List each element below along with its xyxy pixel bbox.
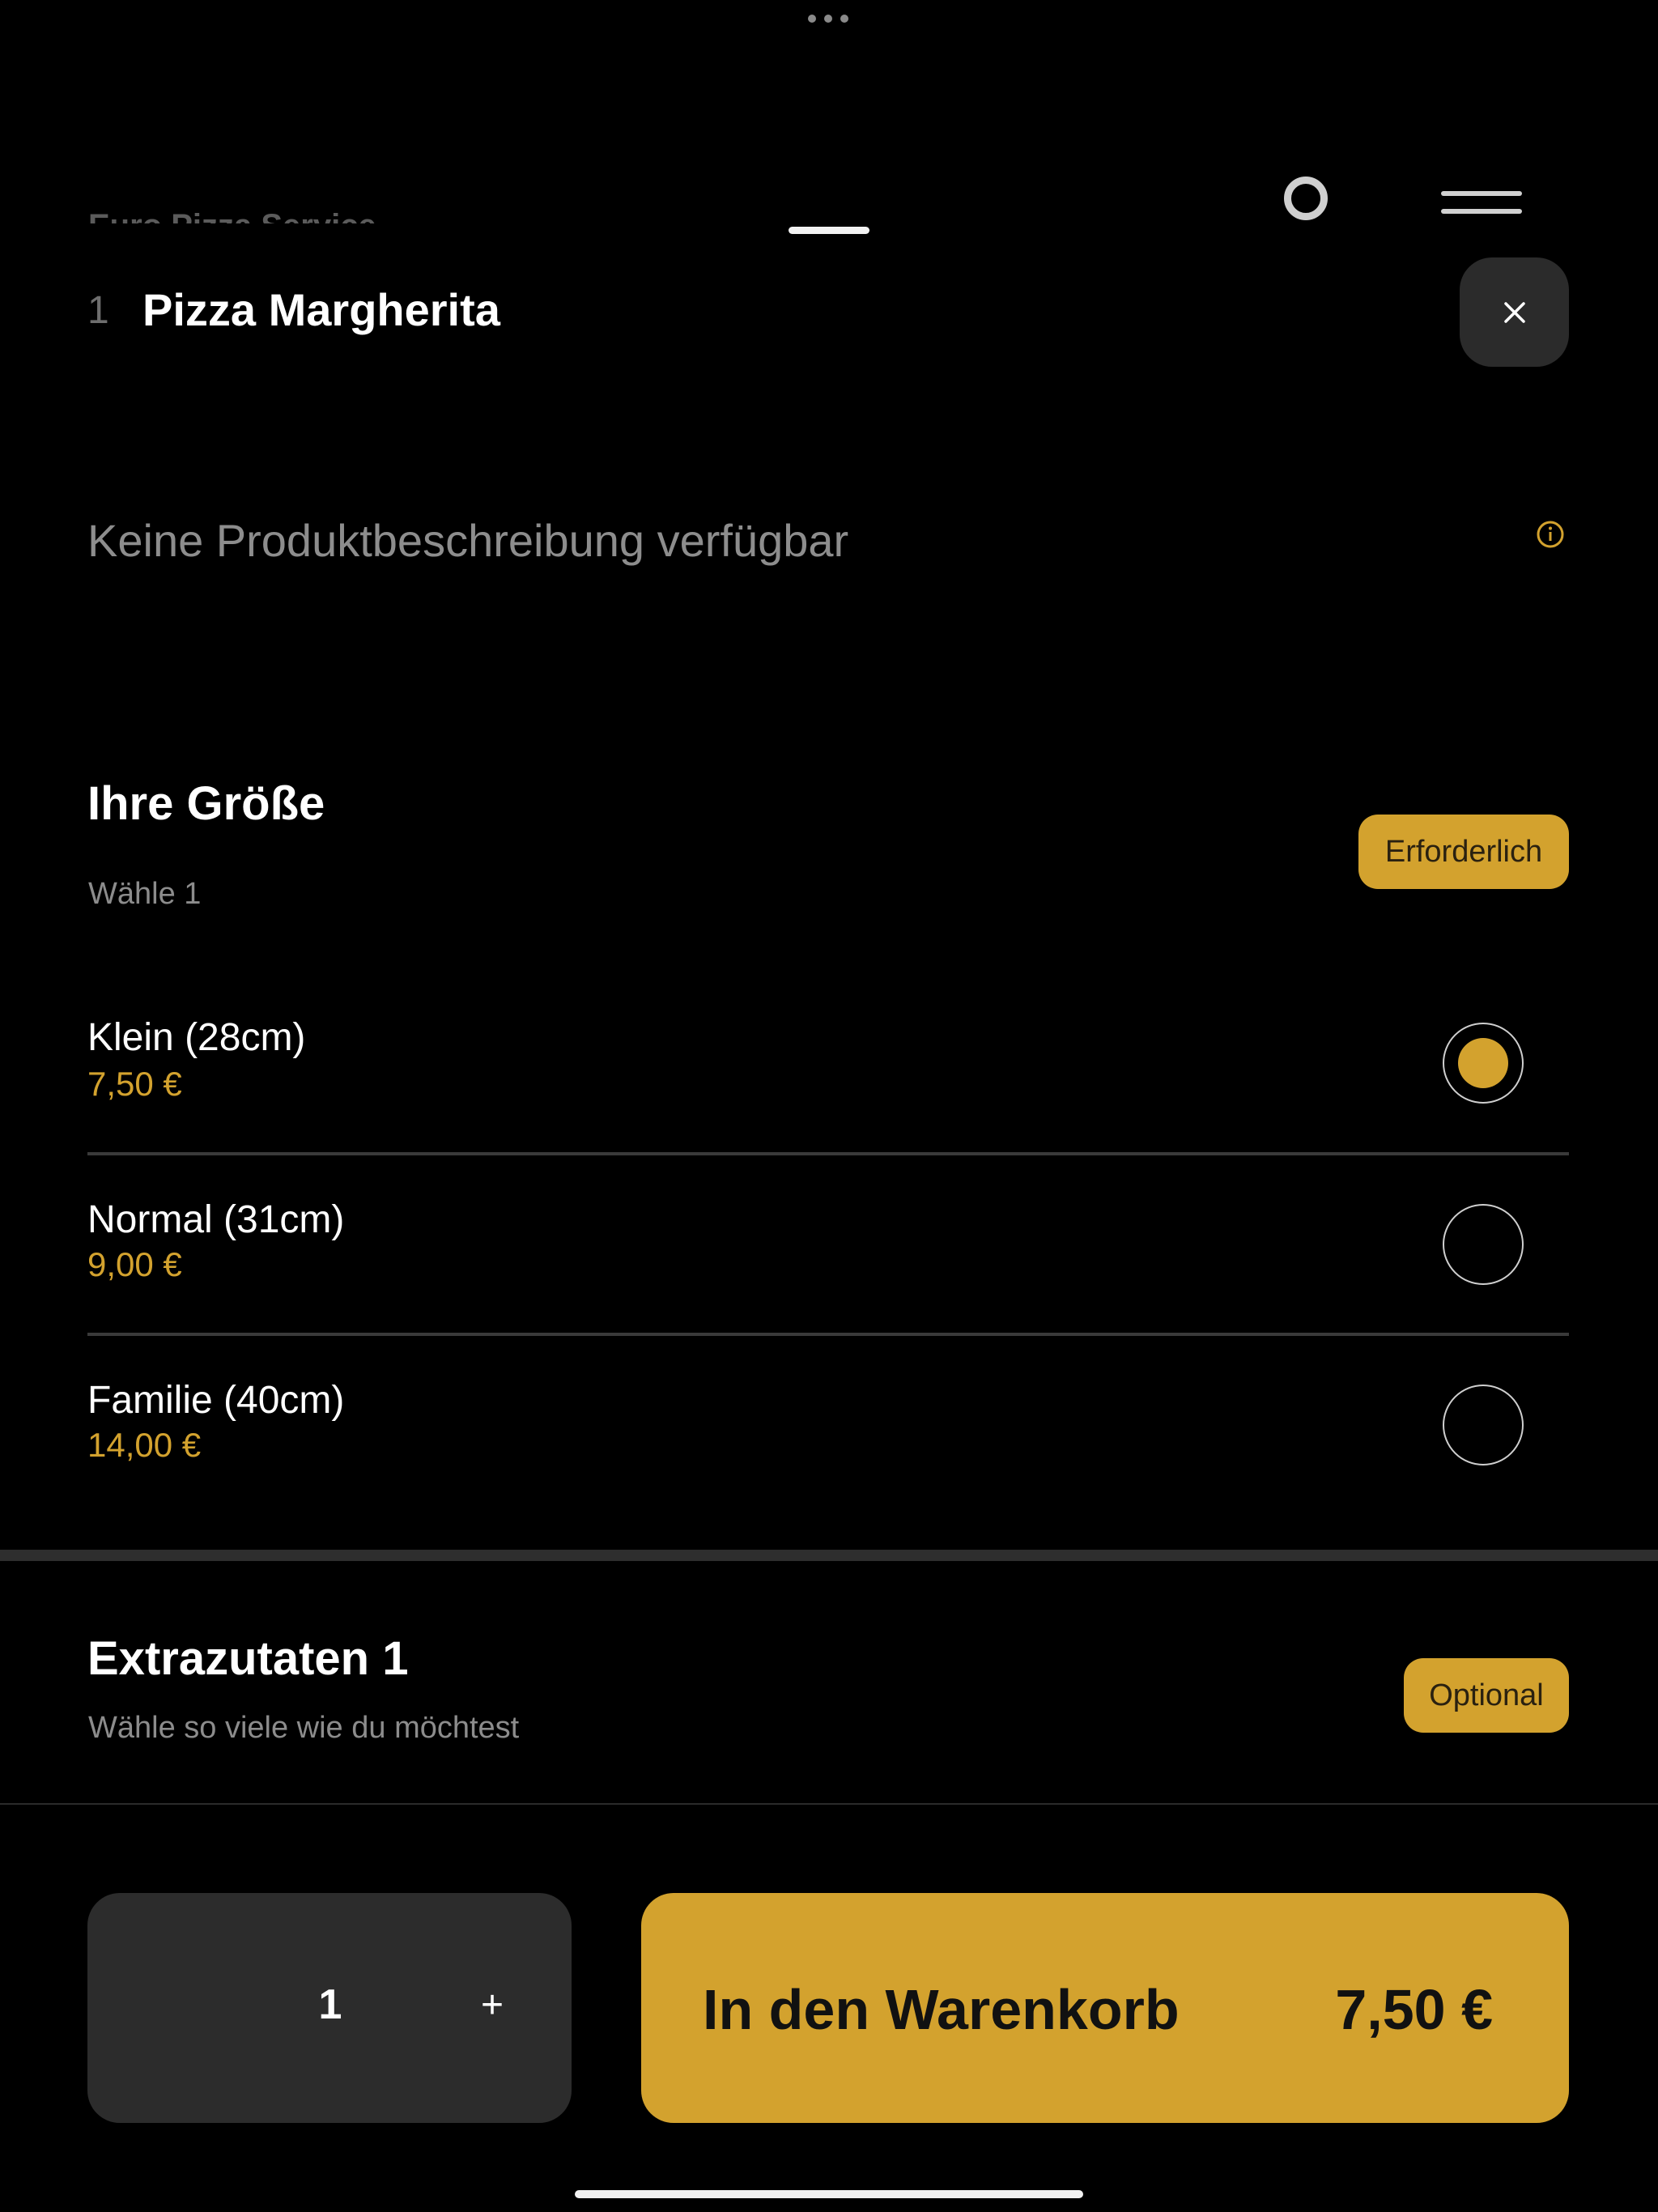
- background-circle-icon: [1284, 177, 1328, 220]
- size-option-normal[interactable]: Normal (31cm) 9,00 €: [87, 1155, 1569, 1335]
- quantity-value: 1: [318, 1981, 342, 2028]
- optional-badge: Optional: [1404, 1658, 1569, 1733]
- extras-section-title: Extrazutaten 1: [87, 1632, 409, 1685]
- dot: [808, 15, 816, 23]
- add-to-cart-button[interactable]: In den Warenkorb 7,50 €: [641, 1893, 1569, 2123]
- option-label: Klein (28cm): [87, 1016, 306, 1059]
- add-to-cart-label: In den Warenkorb: [703, 1978, 1180, 2041]
- background-restaurant-name-text: Euro Pizza Service: [88, 202, 428, 223]
- option-price: 7,50 €: [87, 1065, 182, 1103]
- required-badge: Erforderlich: [1358, 815, 1569, 889]
- option-label: Normal (31cm): [87, 1198, 345, 1241]
- option-price: 14,00 €: [87, 1426, 202, 1464]
- extras-section-subtitle: Wähle so viele wie du möchtest: [88, 1711, 520, 1745]
- info-icon[interactable]: [1536, 520, 1565, 549]
- radio-button[interactable]: [1443, 1204, 1524, 1285]
- section-divider: [0, 1550, 1658, 1561]
- product-description: Keine Produktbeschreibung verfügbar: [87, 515, 849, 566]
- item-title: Pizza Margherita: [142, 284, 500, 335]
- size-section-subtitle: Wähle 1: [88, 877, 202, 911]
- sheet-grabber[interactable]: [789, 227, 869, 234]
- add-to-cart-price: 7,50 €: [1335, 1978, 1493, 2041]
- home-indicator[interactable]: [575, 2190, 1083, 2198]
- close-icon: [1503, 301, 1525, 323]
- option-label: Familie (40cm): [87, 1379, 345, 1422]
- item-number: 1: [87, 289, 109, 332]
- increment-button[interactable]: +: [457, 1977, 528, 2034]
- multitask-menu-icon[interactable]: [808, 13, 848, 24]
- option-price: 9,00 €: [87, 1245, 182, 1283]
- radio-button[interactable]: [1443, 1385, 1524, 1465]
- dot: [840, 15, 848, 23]
- dot: [824, 15, 832, 23]
- radio-button-selected[interactable]: [1443, 1023, 1524, 1104]
- size-section-title: Ihre Größe: [87, 777, 325, 830]
- quantity-stepper[interactable]: 1 +: [87, 1893, 572, 2123]
- size-option-family[interactable]: Familie (40cm) 14,00 €: [87, 1336, 1569, 1516]
- close-button[interactable]: [1460, 257, 1569, 367]
- size-option-small[interactable]: Klein (28cm) 7,50 €: [87, 975, 1569, 1155]
- background-hamburger-icon: [1441, 191, 1522, 220]
- bottom-bar-divider: [0, 1803, 1658, 1805]
- background-restaurant-name: Euro Pizza Service: [88, 202, 428, 223]
